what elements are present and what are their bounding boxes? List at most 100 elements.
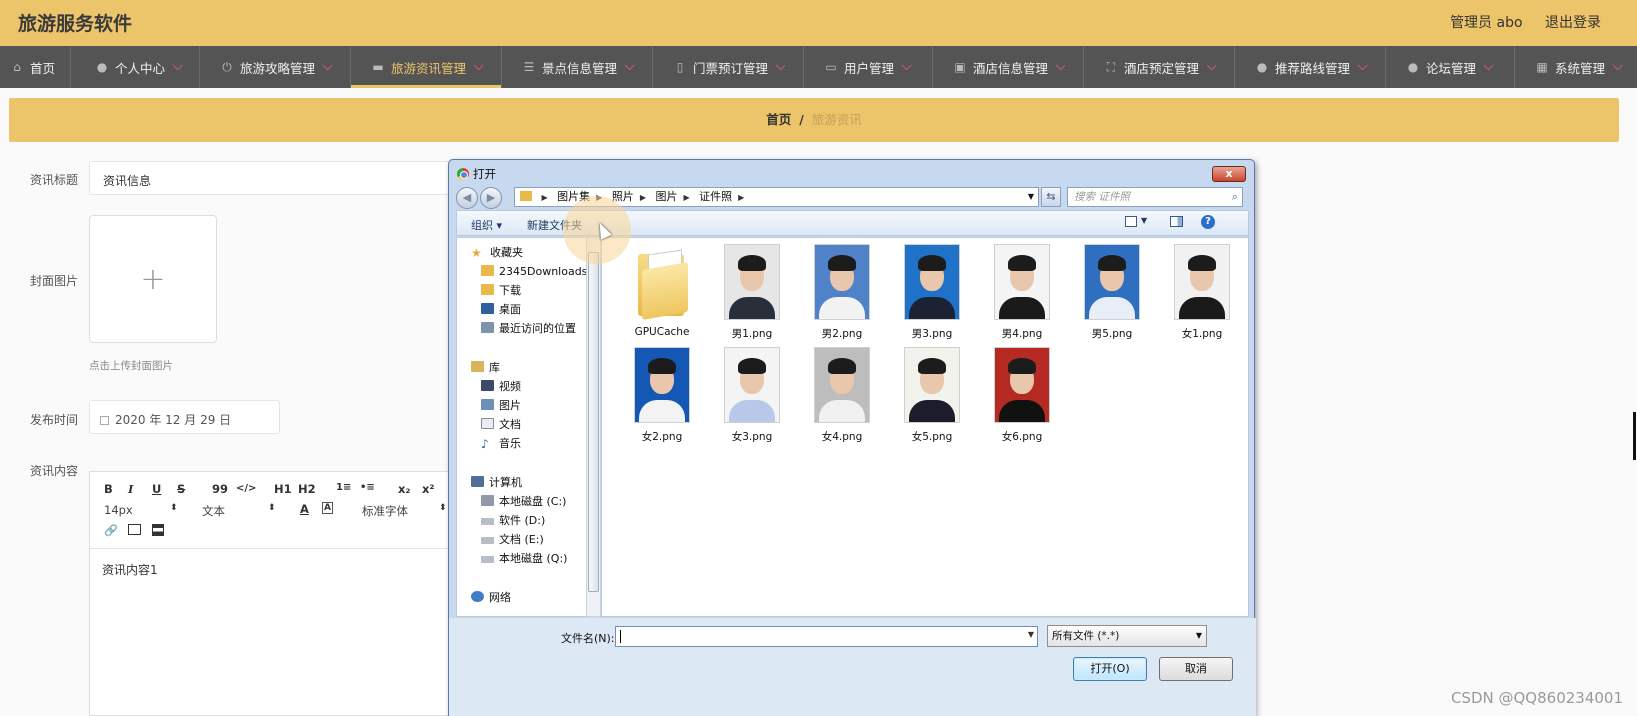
- nav-item-users[interactable]: ▭ 用户管理: [804, 46, 933, 88]
- refresh-button[interactable]: ⇆: [1041, 187, 1061, 207]
- chevron-down-icon[interactable]: ▼: [1141, 216, 1147, 225]
- search-input[interactable]: 搜索 证件照 ⌕: [1067, 187, 1243, 207]
- home-icon: ⌂: [13, 60, 21, 74]
- filename-input[interactable]: ▼: [615, 626, 1038, 647]
- path-segment[interactable]: 证件照: [699, 190, 732, 203]
- video-icon[interactable]: [152, 524, 164, 536]
- nav-drive-d[interactable]: 软件 (D:): [481, 512, 545, 530]
- subscript-button[interactable]: x₂: [398, 482, 410, 496]
- nav-desktop[interactable]: 桌面: [481, 301, 521, 319]
- chevron-down-icon[interactable]: ▼: [1028, 188, 1034, 206]
- quote-button[interactable]: 99: [212, 482, 228, 496]
- file-item-photo[interactable]: 女3.png: [712, 347, 792, 444]
- nav-downloads-2345[interactable]: 2345Downloads: [481, 263, 587, 281]
- video-library-icon: [481, 380, 494, 391]
- bold-button[interactable]: B: [104, 482, 113, 496]
- file-item-photo[interactable]: 男5.png: [1072, 244, 1152, 341]
- bullet-list-button[interactable]: •≡: [360, 482, 375, 493]
- nav-libraries[interactable]: 库: [471, 359, 500, 377]
- preview-pane-icon[interactable]: [1170, 216, 1183, 227]
- breadcrumb-home[interactable]: 首页: [766, 112, 791, 127]
- code-button[interactable]: </>: [236, 483, 256, 494]
- nav-music[interactable]: ♪ 音乐: [481, 435, 521, 453]
- open-button[interactable]: 打开(O): [1073, 657, 1147, 681]
- ordered-list-button[interactable]: 1≡: [336, 482, 351, 493]
- image-icon[interactable]: [128, 524, 141, 535]
- file-item-photo[interactable]: 女4.png: [802, 347, 882, 444]
- chevron-down-icon: [172, 59, 183, 70]
- path-segment[interactable]: 图片: [655, 190, 677, 203]
- nav-item-spots[interactable]: ☰ 景点信息管理: [502, 46, 653, 88]
- nav-recent[interactable]: 最近访问的位置: [481, 320, 576, 338]
- italic-button[interactable]: I: [128, 482, 133, 496]
- file-item-photo[interactable]: 女1.png: [1162, 244, 1242, 341]
- nav-scrollbar[interactable]: [586, 237, 601, 617]
- nav-videos[interactable]: 视频: [481, 378, 521, 396]
- file-name: 男4.png: [1001, 328, 1043, 340]
- file-item-photo[interactable]: 男3.png: [892, 244, 972, 341]
- file-item-photo[interactable]: 男2.png: [802, 244, 882, 341]
- cover-upload-button[interactable]: +: [89, 215, 217, 343]
- help-icon[interactable]: ?: [1201, 215, 1215, 229]
- file-item-photo[interactable]: 女5.png: [892, 347, 972, 444]
- filetype-select[interactable]: 所有文件 (*.*) ▼: [1047, 625, 1207, 647]
- nav-label: 酒店信息管理: [973, 60, 1049, 76]
- file-item-photo[interactable]: 男1.png: [712, 244, 792, 341]
- nav-item-guides[interactable]: ⏻ 旅游攻略管理: [200, 46, 351, 88]
- dialog-title: 打开: [473, 167, 496, 181]
- nav-item-bookings[interactable]: ⛶ 酒店预定管理: [1084, 46, 1235, 88]
- file-item-folder[interactable]: GPUCache: [622, 244, 702, 338]
- block-format-select[interactable]: 文本: [202, 503, 225, 519]
- close-button[interactable]: x: [1212, 166, 1246, 182]
- nav-item-hotels[interactable]: ▣ 酒店信息管理: [933, 46, 1084, 88]
- calendar-icon: [100, 416, 109, 425]
- file-item-photo[interactable]: 女6.png: [982, 347, 1062, 444]
- title-input[interactable]: 资讯信息: [89, 161, 449, 195]
- font-color-icon[interactable]: A: [300, 502, 309, 516]
- chevron-down-icon[interactable]: ▼: [1028, 630, 1034, 639]
- nav-item-news[interactable]: ▬ 旅游资讯管理: [351, 46, 502, 88]
- nav-item-system[interactable]: ▦ 系统管理: [1515, 46, 1637, 88]
- nav-pictures[interactable]: 图片: [481, 397, 521, 415]
- background-color-icon[interactable]: A: [322, 502, 333, 514]
- navigation-pane: ★ 收藏夹 2345Downloads 下载 桌面 最近访问的位置 库 视频 图片…: [456, 237, 594, 617]
- h2-button[interactable]: H2: [298, 482, 316, 496]
- font-size-select[interactable]: 14px: [104, 503, 133, 517]
- font-family-select[interactable]: 标准字体: [362, 503, 408, 519]
- nav-favorites[interactable]: ★ 收藏夹: [471, 244, 523, 262]
- scrollbar-thumb[interactable]: [588, 252, 599, 592]
- nav-item-home[interactable]: ⌂ 首页: [0, 46, 71, 88]
- nav-drive-e[interactable]: 文档 (E:): [481, 531, 544, 549]
- date-value: 2020 年 12 月 29 日: [115, 413, 232, 427]
- file-item-photo[interactable]: 男4.png: [982, 244, 1062, 341]
- back-button[interactable]: ◀: [456, 187, 478, 209]
- nav-drive-c[interactable]: 本地磁盘 (C:): [481, 493, 566, 511]
- nav-item-forum[interactable]: ● 论坛管理: [1386, 46, 1515, 88]
- logout-link[interactable]: 退出登录: [1545, 15, 1601, 31]
- link-icon[interactable]: 🔗: [104, 524, 118, 537]
- desktop-icon: [481, 303, 494, 314]
- cancel-button[interactable]: 取消: [1159, 657, 1233, 681]
- nav-label: 论坛管理: [1426, 60, 1477, 76]
- date-picker[interactable]: 2020 年 12 月 29 日: [89, 400, 280, 434]
- nav-drive-q[interactable]: 本地磁盘 (Q:): [481, 550, 567, 568]
- file-item-photo[interactable]: 女2.png: [622, 347, 702, 444]
- nav-computer[interactable]: 计算机: [471, 474, 522, 492]
- strike-button[interactable]: S: [177, 482, 185, 496]
- organize-menu[interactable]: 组织 ▾: [471, 217, 502, 233]
- view-icon[interactable]: [1125, 216, 1137, 227]
- forward-button[interactable]: ▶: [480, 187, 502, 209]
- nav-item-profile[interactable]: ● 个人中心: [71, 46, 200, 88]
- nav-item-tickets[interactable]: ▯ 门票预订管理: [653, 46, 804, 88]
- superscript-button[interactable]: x²: [422, 482, 434, 496]
- nav-documents[interactable]: 文档: [481, 416, 521, 434]
- nav-item-routes[interactable]: ● 推荐路线管理: [1235, 46, 1386, 88]
- search-icon[interactable]: ⌕: [1232, 188, 1238, 206]
- underline-button[interactable]: U: [152, 482, 161, 496]
- file-name: 男5.png: [1091, 328, 1133, 340]
- h1-button[interactable]: H1: [274, 482, 292, 496]
- editor-content[interactable]: 资讯内容1: [90, 549, 448, 590]
- file-list: GPUCache 男1.png 男2.png 男3.png 男4.png 男5.…: [601, 237, 1249, 617]
- nav-downloads[interactable]: 下载: [481, 282, 521, 300]
- nav-network[interactable]: 网络: [471, 589, 511, 607]
